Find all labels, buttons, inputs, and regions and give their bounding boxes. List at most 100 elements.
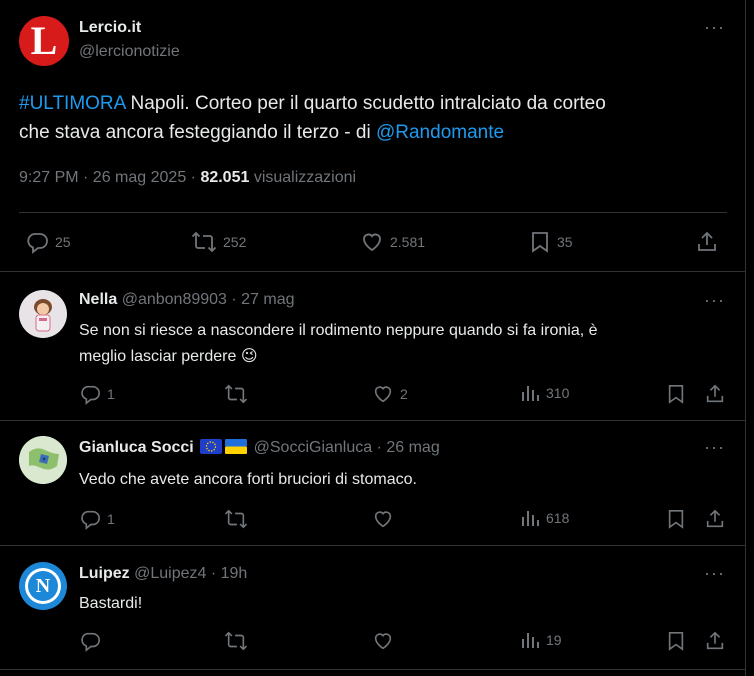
post-text: #ULTIMORA Napoli. Corteo per il quarto s… [19, 89, 719, 147]
napoli-logo-letter: N [35, 574, 51, 597]
views-count: 310 [546, 385, 570, 401]
divider [0, 669, 746, 670]
repost-button[interactable] [224, 630, 248, 652]
more-icon[interactable]: ··· [704, 563, 725, 584]
reply-count: 1 [107, 386, 115, 402]
divider [0, 420, 746, 421]
repost-icon [224, 630, 248, 652]
bookmark-icon [666, 383, 686, 405]
mention-link[interactable]: @Randomante [376, 122, 504, 143]
share-icon [704, 508, 726, 530]
flag-icons [200, 439, 248, 454]
like-icon [372, 630, 394, 652]
lercio-logo-letter: L [30, 18, 58, 63]
reply-handle[interactable]: @Luipez4 · 19h [134, 565, 247, 582]
reply-text: Se non si riesce a nascondere il rodimen… [79, 318, 719, 370]
like-button[interactable] [372, 508, 394, 530]
bookmark-count: 35 [557, 234, 573, 250]
repost-icon [224, 383, 248, 405]
repost-count: 252 [223, 234, 247, 250]
bookmark-button[interactable] [666, 383, 686, 405]
reply-author-name[interactable]: Nella [79, 291, 117, 308]
reply-icon [79, 508, 101, 530]
lercio-avatar[interactable]: L [19, 16, 69, 66]
ukraine-flag-icon [225, 439, 248, 454]
repost-icon [224, 508, 248, 530]
avatar[interactable] [19, 436, 67, 484]
views-icon [520, 383, 540, 403]
post-text-line1: Napoli. Corteo per il quarto scudetto in… [125, 93, 606, 114]
avatar[interactable]: N [19, 562, 67, 610]
reply-button[interactable]: 25 [25, 230, 71, 254]
like-button[interactable]: 2 [372, 383, 408, 405]
share-button[interactable] [704, 508, 726, 530]
like-button[interactable] [372, 630, 394, 652]
share-icon [704, 630, 726, 652]
reply-count: 1 [107, 511, 115, 527]
post-meta: 9:27 PM · 26 mag 2025 · 82.051 visualizz… [19, 169, 356, 187]
reply-header: Nella @anbon89903 · 27 mag [79, 291, 295, 309]
divider [19, 212, 727, 213]
reply-icon [25, 230, 49, 254]
reply-button[interactable]: 1 [79, 508, 115, 530]
divider [0, 271, 746, 272]
post-text-line2: che stava ancora festeggiando il terzo -… [19, 122, 376, 143]
bookmark-button[interactable] [666, 630, 686, 652]
share-button[interactable] [695, 230, 719, 254]
divider [0, 545, 746, 546]
wink-emoji: 😉 [240, 348, 258, 365]
reply-handle[interactable]: @SocciGianluca · 26 mag [254, 439, 440, 456]
views-button[interactable]: 19 [520, 630, 562, 650]
post-time[interactable]: 9:27 PM · 26 mag 2025 · [19, 169, 200, 186]
bookmark-button[interactable]: 35 [529, 230, 573, 254]
repost-button[interactable] [224, 508, 248, 530]
more-icon[interactable]: ··· [704, 17, 725, 38]
like-button[interactable]: 2.581 [360, 230, 425, 254]
reply-text: Bastardi! [79, 595, 143, 612]
reply-count: 25 [55, 234, 71, 250]
repost-button[interactable] [224, 383, 254, 405]
views-button[interactable]: 310 [520, 383, 569, 403]
like-icon [372, 508, 394, 530]
eu-flag-icon [200, 439, 223, 454]
views-count: 19 [546, 632, 562, 648]
repost-button[interactable]: 252 [191, 230, 246, 254]
bookmark-icon [529, 230, 551, 254]
reply-icon [79, 383, 101, 405]
reply-text: Vedo che avete ancora forti bruciori di … [79, 471, 417, 488]
reply-header: Gianluca Socci @SocciGianluca · 26 mag [79, 439, 440, 457]
views-icon [520, 508, 540, 528]
like-count: 2 [400, 386, 408, 402]
column-border [745, 0, 746, 676]
repost-icon [191, 230, 217, 254]
avatar[interactable] [19, 290, 67, 338]
hashtag-link[interactable]: #ULTIMORA [19, 93, 125, 114]
share-icon [695, 230, 719, 254]
bookmark-button[interactable] [666, 508, 686, 530]
views-label: visualizzazioni [249, 169, 357, 186]
bookmark-icon [666, 508, 686, 530]
reply-handle[interactable]: @anbon89903 · 27 mag [122, 291, 295, 308]
author-name[interactable]: Lercio.it [79, 19, 141, 37]
reply-text-line2: meglio lasciar perdere [79, 348, 237, 365]
more-icon[interactable]: ··· [704, 290, 725, 311]
author-handle[interactable]: @lercionotizie [79, 43, 180, 61]
reply-button[interactable] [79, 630, 101, 652]
reply-author-name[interactable]: Luipez [79, 565, 130, 582]
like-icon [360, 230, 384, 254]
like-icon [372, 383, 394, 405]
share-button[interactable] [704, 383, 726, 405]
share-button[interactable] [704, 630, 726, 652]
views-count: 618 [546, 510, 570, 526]
share-icon [704, 383, 726, 405]
more-icon[interactable]: ··· [704, 437, 725, 458]
views-button[interactable]: 618 [520, 508, 569, 528]
reply-header: Luipez @Luipez4 · 19h [79, 565, 247, 583]
views-icon [520, 630, 540, 650]
reply-icon [79, 630, 101, 652]
bookmark-icon [666, 630, 686, 652]
reply-button[interactable]: 1 [79, 383, 115, 405]
reply-author-name[interactable]: Gianluca Socci [79, 439, 194, 456]
reply-text-line1: Se non si riesce a nascondere il rodimen… [79, 322, 598, 339]
views-count: 82.051 [200, 169, 250, 186]
